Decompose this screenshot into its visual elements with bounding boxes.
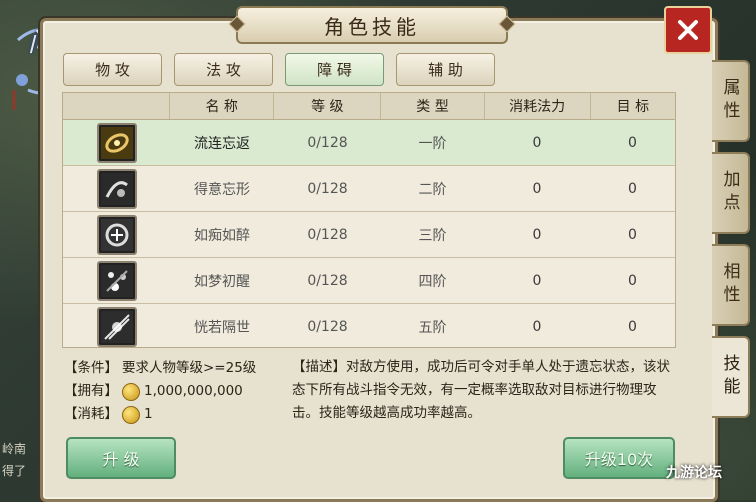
left-edge-text-2: 得了: [2, 464, 27, 478]
skill-mana-cost: 0: [532, 180, 542, 197]
header-type: 类 型: [381, 93, 485, 119]
skill-icon-5: [96, 306, 137, 347]
upgrade-button[interactable]: 升 级: [66, 437, 176, 479]
tab-support[interactable]: 辅 助: [396, 53, 495, 86]
skill-level: 0/128: [307, 272, 348, 289]
tab-physical-attack[interactable]: 物 攻: [63, 53, 162, 86]
tab-magic-attack[interactable]: 法 攻: [174, 53, 273, 86]
header-name: 名 称: [170, 93, 275, 119]
cost-value: 1: [144, 406, 153, 422]
window-title-bar: 角色技能: [228, 6, 516, 44]
skill-level: 0/128: [307, 134, 348, 151]
skill-icon-4: [96, 260, 137, 301]
skill-description: 【描述】对敌方使用，成功后可令对手单人处于遗忘状态，该状态下所有战斗指令无效，有…: [292, 359, 670, 421]
coin-icon: [122, 405, 140, 424]
skill-target: 0: [628, 226, 637, 243]
side-tabs: 属性 加点 相性 技能: [712, 60, 750, 418]
skill-target: 0: [628, 318, 637, 335]
skill-mana-cost: 0: [532, 272, 542, 289]
condition-label: 【条件】: [64, 360, 118, 376]
skill-target: 0: [628, 180, 637, 197]
skill-type: 一阶: [418, 135, 447, 152]
header-level: 等 级: [274, 93, 382, 119]
tab-obstruction[interactable]: 障 碍: [285, 53, 384, 86]
skill-type: 五阶: [418, 319, 447, 336]
skill-icon-3: [96, 214, 137, 255]
skill-target: 0: [628, 134, 637, 151]
table-header: 名 称 等 级 类 型 消耗法力 目 标: [63, 93, 675, 120]
table-row[interactable]: 如梦初醒 0/128 四阶 0 0: [63, 258, 675, 304]
table-row[interactable]: 如痴如醉 0/128 三阶 0 0: [63, 212, 675, 258]
skill-mana-cost: 0: [532, 226, 542, 243]
close-button[interactable]: [664, 6, 712, 54]
skill-type: 三阶: [418, 227, 447, 244]
skill-icon-1: [96, 122, 137, 163]
owned-label: 【拥有】: [64, 383, 118, 399]
side-tab-affinity[interactable]: 相性: [712, 244, 750, 326]
header-mana-cost: 消耗法力: [485, 93, 591, 119]
skill-mana-cost: 0: [532, 134, 542, 151]
upgrade-10x-button[interactable]: 升级10次: [563, 437, 675, 479]
skill-name: 如梦初醒: [194, 273, 250, 290]
skill-level: 0/128: [307, 318, 348, 335]
skill-name: 如痴如醉: [194, 227, 250, 244]
left-edge-text-1: 岭南: [2, 442, 27, 456]
skill-name: 恍若隔世: [194, 319, 250, 336]
skill-type: 二阶: [418, 181, 447, 198]
owned-value: 1,000,000,000: [144, 383, 243, 399]
skill-icon-2: [96, 168, 137, 209]
skill-table: 名 称 等 级 类 型 消耗法力 目 标 流连忘返 0/128 一阶 0 0 得…: [62, 92, 676, 348]
skill-name: 流连忘返: [194, 135, 250, 152]
skill-requirements: 【条件】 要求人物等级>=25级 【拥有】 1,000,000,000 【消耗】…: [64, 357, 256, 426]
skill-level: 0/128: [307, 226, 348, 243]
side-tab-add-points[interactable]: 加点: [712, 152, 750, 234]
side-tab-skills[interactable]: 技能: [712, 336, 750, 418]
skill-target: 0: [628, 272, 637, 289]
skill-level: 0/128: [307, 180, 348, 197]
table-row[interactable]: 流连忘返 0/128 一阶 0 0: [63, 120, 675, 166]
condition-text: 要求人物等级>=25级: [122, 360, 257, 376]
watermark: 九游论坛: [666, 465, 722, 481]
skill-name: 得意忘形: [194, 181, 250, 198]
side-tab-attributes[interactable]: 属性: [712, 60, 750, 142]
table-row[interactable]: 恍若隔世 0/128 五阶 0 0: [63, 304, 675, 349]
header-target: 目 标: [616, 99, 650, 115]
window-title: 角色技能: [324, 14, 420, 39]
skill-mana-cost: 0: [532, 318, 542, 335]
table-row[interactable]: 得意忘形 0/128 二阶 0 0: [63, 166, 675, 212]
coin-icon: [122, 382, 140, 401]
skill-type: 四阶: [418, 273, 447, 290]
cost-label: 【消耗】: [64, 406, 118, 422]
header-icon: [63, 93, 171, 119]
skill-category-tabs: 物 攻 法 攻 障 碍 辅 助: [63, 53, 495, 86]
close-x-icon: [678, 20, 698, 40]
